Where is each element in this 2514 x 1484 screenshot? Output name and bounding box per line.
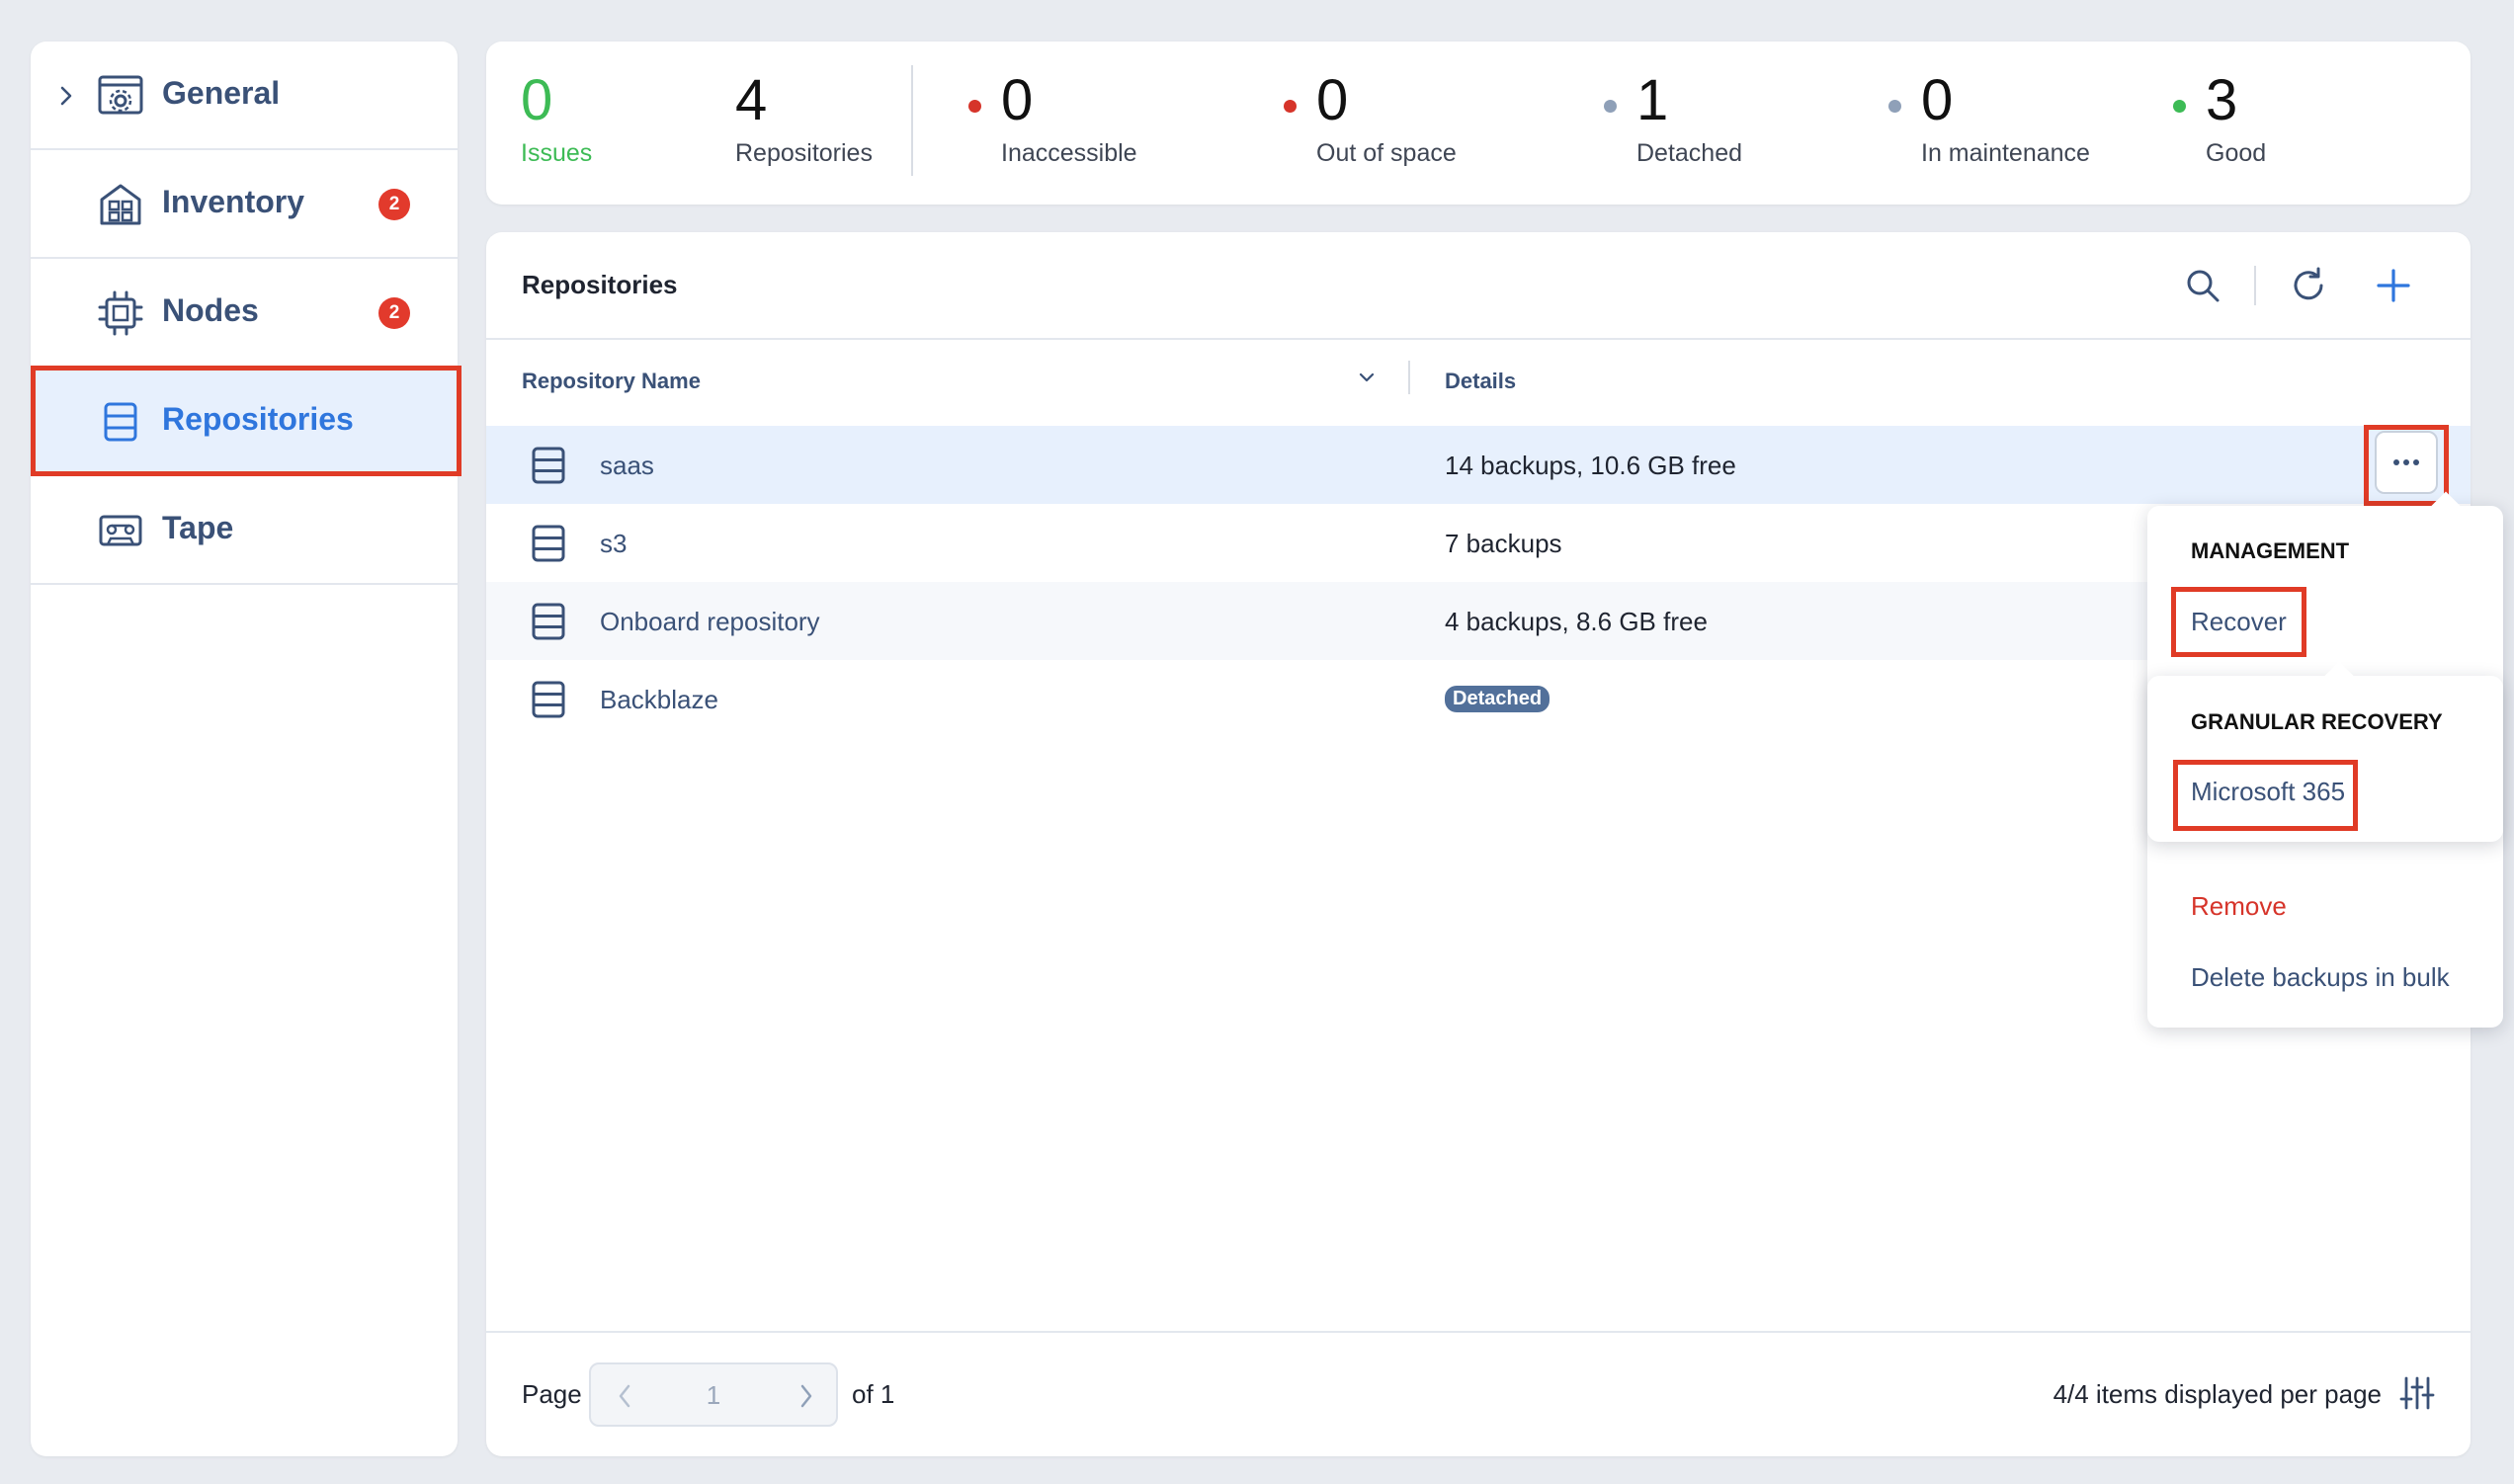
status-dot [968,100,981,113]
status-badge: Detached [1445,686,1550,712]
repository-details: 4 backups, 8.6 GB free [1445,607,1708,636]
stat-label: Issues [521,139,593,167]
stat-inaccessible[interactable]: 0 Inaccessible [968,66,1137,168]
gear-window-icon [98,75,143,115]
sidebar-item-label: Nodes [162,292,259,328]
chevron-down-icon[interactable] [1356,367,1378,388]
alert-badge: 2 [378,297,410,329]
chevron-right-icon[interactable] [796,1382,816,1410]
stat-value: 0 [1001,68,1034,132]
stat-repositories[interactable]: 4 Repositories [735,66,873,168]
repository-name[interactable]: Onboard repository [600,607,820,637]
sidebar-item-inventory[interactable]: Inventory 2 [31,150,458,259]
page-total: of 1 [852,1379,895,1409]
tape-icon [99,515,142,546]
divider [486,338,2471,340]
sidebar-item-tape[interactable]: Tape [31,476,458,585]
column-header-details: Details [1445,369,1517,393]
plus-icon [2377,269,2410,302]
refresh-button[interactable] [2285,262,2332,309]
status-dot [1604,100,1617,113]
sidebar-item-label: General [162,75,281,111]
page-label: Page [522,1379,582,1409]
sidebar-item-repositories[interactable]: Repositories [31,368,458,476]
divider [486,1331,2471,1333]
menu-section-header: MANAGEMENT [2191,538,2350,563]
stat-label: Repositories [735,139,873,167]
stats-bar: 0 Issues 4 Repositories 0 Inaccessible 0… [486,41,2471,205]
database-icon [532,525,565,562]
stat-value: 0 [1316,68,1349,132]
more-horizontal-icon [2393,459,2419,465]
stat-value: 0 [1921,68,1954,132]
repository-name[interactable]: saas [600,451,654,481]
search-button[interactable] [2179,262,2226,309]
granular-recovery-menu: GRANULAR RECOVERY Microsoft 365 [2147,661,2503,842]
sidebar: General Inventory 2 Nodes 2 Repositories… [31,41,458,1456]
status-dot [1888,100,1901,113]
stat-label: Good [2206,139,2267,167]
items-per-page-label: 4/4 items displayed per page [2053,1379,2382,1409]
building-icon [100,184,141,225]
repository-details: 7 backups [1445,529,1562,558]
stat-detached[interactable]: 1 Detached [1604,66,1743,168]
stat-value: 1 [1636,68,1669,132]
repository-name[interactable]: s3 [600,529,627,559]
status-dot [2173,100,2186,113]
database-icon [532,603,565,640]
stat-issues[interactable]: 0 Issues [521,66,592,168]
stat-out-of-space[interactable]: 0 Out of space [1284,66,1457,168]
stat-value: 0 [521,68,553,132]
chip-icon [98,290,143,336]
sidebar-item-label: Repositories [162,401,354,437]
stat-label: Out of space [1316,139,1457,167]
menu-item-recover[interactable]: Recover [2191,607,2287,637]
stat-value: 3 [2206,68,2238,132]
menu-section-header: GRANULAR RECOVERY [2191,709,2443,734]
panel-title: Repositories [522,270,678,299]
database-icon [532,681,565,718]
column-divider[interactable] [1408,361,1410,394]
add-repository-button[interactable] [2370,262,2417,309]
alert-badge: 2 [378,189,410,220]
stat-label: In maintenance [1921,139,2090,167]
repository-name[interactable]: Backblaze [600,685,718,715]
menu-item-microsoft-365[interactable]: Microsoft 365 [2191,777,2345,807]
table-row[interactable]: saas 14 backups, 10.6 GB free [486,426,2471,504]
stat-in-maintenance[interactable]: 0 In maintenance [1888,66,2090,168]
repository-details: 14 backups, 10.6 GB free [1445,451,1736,480]
sidebar-item-general[interactable]: General [31,41,458,150]
menu-item-delete-backups-bulk[interactable]: Delete backups in bulk [2191,962,2450,993]
divider [911,65,913,176]
status-dot [1284,100,1297,113]
column-header-name[interactable]: Repository Name [522,369,701,394]
stat-label: Detached [1636,139,1743,167]
row-actions-button[interactable] [2375,431,2438,494]
database-icon [532,447,565,484]
menu-item-remove[interactable]: Remove [2191,891,2287,922]
stat-label: Inaccessible [1001,139,1137,167]
sidebar-item-label: Inventory [162,184,305,219]
divider [2254,266,2256,305]
search-icon [2187,270,2220,302]
sidebar-item-label: Tape [162,510,234,545]
refresh-icon [2294,267,2323,300]
sidebar-item-nodes[interactable]: Nodes 2 [31,259,458,368]
chevron-right-icon[interactable] [54,81,78,111]
database-icon [104,402,137,442]
stat-value: 4 [735,68,768,132]
stat-good[interactable]: 3 Good [2173,66,2267,168]
sliders-icon[interactable] [2399,1375,2435,1411]
pagination-control: 1 [589,1362,838,1427]
